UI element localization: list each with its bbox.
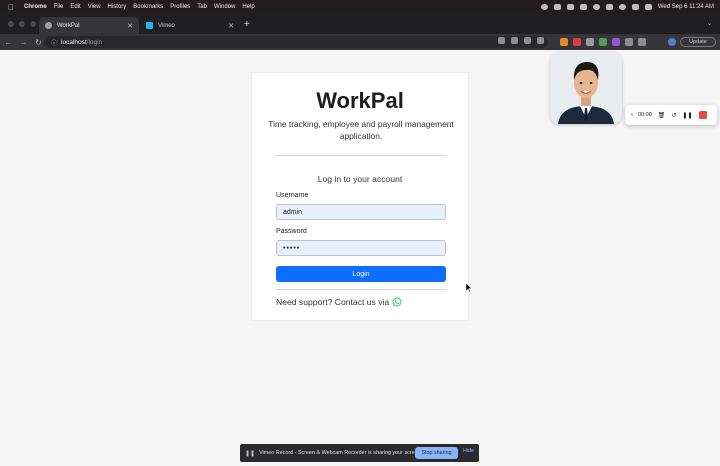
- minimize-window-button[interactable]: [19, 21, 25, 27]
- extension-icon[interactable]: [612, 38, 620, 46]
- trash-icon[interactable]: 🗑: [658, 112, 666, 119]
- menubar-clock[interactable]: Wed Sep 6 11:24 AM: [658, 4, 714, 10]
- webcam-preview[interactable]: [550, 52, 622, 124]
- password-label: Password: [276, 228, 307, 235]
- extensions: [560, 38, 646, 46]
- restart-icon[interactable]: ↺: [671, 112, 676, 119]
- status-icon-3[interactable]: [566, 4, 574, 10]
- status-icon-4[interactable]: [579, 4, 587, 10]
- tab-title: Vimeo: [158, 22, 175, 29]
- stop-sharing-button[interactable]: Stop sharing: [415, 447, 458, 459]
- extension-icon[interactable]: [560, 38, 568, 46]
- address-bar-actions: [498, 37, 544, 44]
- screen-sharing-bar: ❚❚ Vimeo Record - Screen & Webcam Record…: [240, 444, 479, 462]
- menu-tab[interactable]: Tab: [197, 4, 207, 10]
- globe-icon: [45, 22, 52, 29]
- new-tab-button[interactable]: +: [244, 19, 250, 30]
- address-bar[interactable]: ⓘ localhost/login: [44, 36, 548, 48]
- tab-title: WorkPal: [57, 22, 80, 29]
- microphone-icon[interactable]: [498, 37, 505, 44]
- tab-workpal[interactable]: WorkPal ✕: [39, 17, 139, 34]
- side-panel-icon[interactable]: [638, 38, 646, 46]
- menu-edit[interactable]: Edit: [70, 4, 80, 10]
- support-text: Need support? Contact us via: [276, 297, 390, 307]
- login-button[interactable]: Login: [276, 266, 446, 282]
- hide-button[interactable]: Hide: [463, 448, 474, 454]
- sharing-message: Vimeo Record - Screen & Webcam Recorder …: [259, 450, 423, 456]
- zoom-window-button[interactable]: [30, 21, 36, 27]
- username-label: Username: [276, 192, 309, 199]
- chevron-left-icon[interactable]: ‹: [631, 112, 633, 118]
- username-input[interactable]: admin: [276, 204, 446, 220]
- extension-icon[interactable]: [599, 38, 607, 46]
- apple-icon[interactable]: : [8, 3, 18, 12]
- menu-history[interactable]: History: [108, 4, 127, 10]
- status-icon-2[interactable]: [553, 4, 561, 10]
- divider: [276, 289, 446, 290]
- bookmark-star-icon[interactable]: [537, 37, 544, 44]
- drag-handle-icon[interactable]: ❚❚: [245, 450, 255, 457]
- site-info-icon[interactable]: ⓘ: [51, 38, 57, 47]
- extension-icon[interactable]: [586, 38, 594, 46]
- status-icon-1[interactable]: [540, 4, 548, 10]
- browser-tab-strip: WorkPal ✕ Vimeo ✕ + ⌄: [0, 14, 720, 34]
- window-controls: [8, 21, 36, 27]
- status-icon-6[interactable]: [605, 4, 613, 10]
- extension-icon[interactable]: [573, 38, 581, 46]
- vimeo-icon: [146, 22, 153, 29]
- browser-toolbar: ← → ↻ ⓘ localhost/login Update: [0, 34, 720, 50]
- status-icon-5[interactable]: [592, 4, 600, 10]
- update-button[interactable]: Update: [680, 37, 716, 47]
- profile-avatar[interactable]: [668, 38, 676, 46]
- menu-app-name[interactable]: Chrome: [24, 4, 47, 10]
- close-icon[interactable]: ✕: [228, 22, 234, 30]
- status-area: Wed Sep 6 11:24 AM: [540, 0, 714, 14]
- login-subtitle: Log in to your account: [317, 174, 403, 184]
- pause-icon[interactable]: ❚❚: [682, 112, 692, 119]
- close-window-button[interactable]: [8, 21, 14, 27]
- wifi-icon[interactable]: [631, 4, 639, 10]
- whatsapp-icon[interactable]: [392, 297, 402, 307]
- search-icon[interactable]: [618, 4, 626, 10]
- login-card: WorkPal Time tracking, employee and payr…: [251, 72, 469, 321]
- chevron-down-icon[interactable]: ⌄: [707, 20, 712, 27]
- app-tagline: Time tracking, employee and payroll mana…: [268, 119, 454, 141]
- tab-vimeo[interactable]: Vimeo ✕: [140, 17, 240, 34]
- menu-window[interactable]: Window: [214, 4, 235, 10]
- mouse-cursor-icon: [466, 283, 472, 292]
- stop-recording-button[interactable]: [699, 111, 708, 119]
- puzzle-icon[interactable]: [625, 38, 633, 46]
- support-line: Need support? Contact us via: [276, 297, 402, 307]
- menu-profiles[interactable]: Profiles: [170, 4, 190, 10]
- menu-bookmarks[interactable]: Bookmarks: [133, 4, 163, 10]
- url-path: /login: [86, 38, 103, 46]
- webcam-person-image: [550, 52, 622, 124]
- menu-view[interactable]: View: [88, 4, 101, 10]
- app-title: WorkPal: [316, 88, 404, 113]
- share-icon[interactable]: [524, 37, 531, 44]
- divider: [276, 155, 446, 156]
- key-icon[interactable]: [511, 37, 518, 44]
- recorder-controls: ‹ 00:00 🗑 ↺ ❚❚: [625, 105, 717, 125]
- url-host: localhost: [61, 38, 87, 46]
- back-button[interactable]: ←: [2, 38, 15, 47]
- forward-button[interactable]: →: [17, 38, 30, 47]
- close-icon[interactable]: ✕: [127, 22, 133, 30]
- menu-help[interactable]: Help: [242, 4, 254, 10]
- recording-timer: 00:00: [638, 112, 652, 118]
- mac-menu-bar:  Chrome File Edit View History Bookmark…: [0, 0, 720, 14]
- control-center-icon[interactable]: [644, 4, 652, 10]
- menu-file[interactable]: File: [54, 4, 64, 10]
- password-input[interactable]: •••••: [276, 240, 446, 256]
